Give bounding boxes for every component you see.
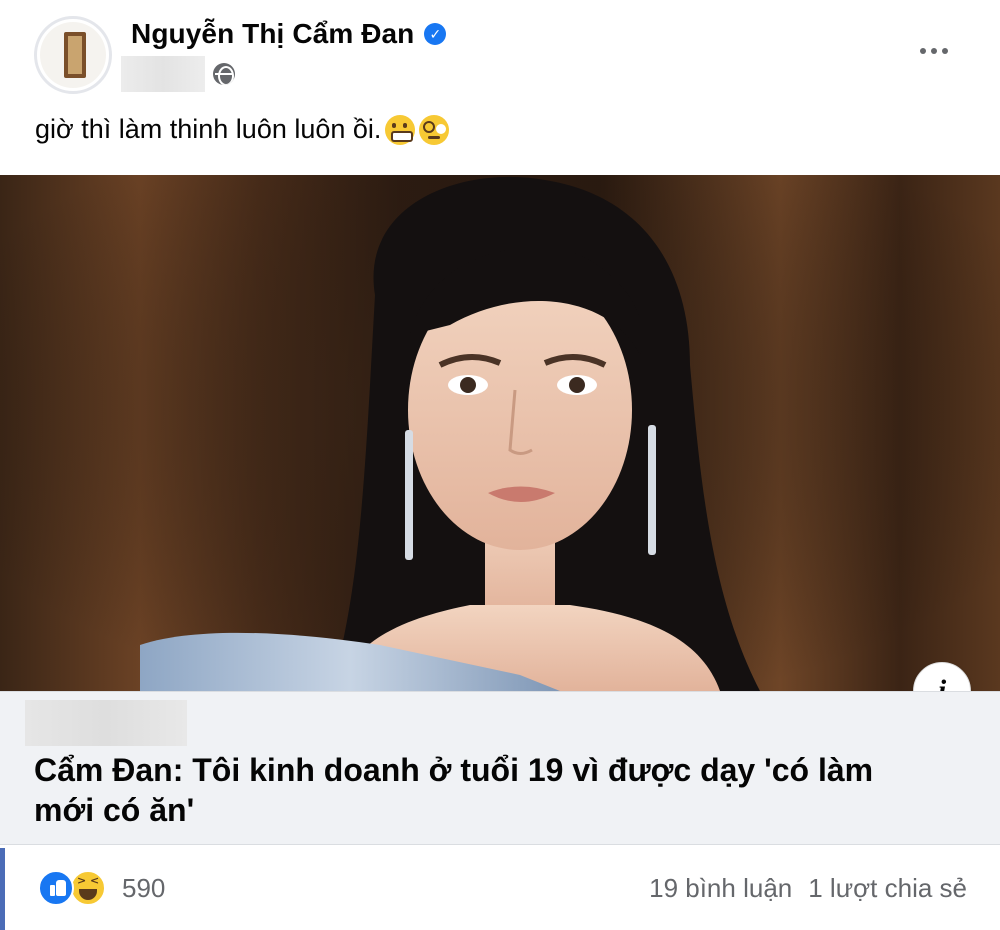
caption-text: giờ thì làm thinh luôn luôn ồi. [35,114,382,144]
timestamp-redacted [121,56,205,92]
engagement-stats: 19 bình luận 1 lượt chia sẻ [649,873,967,904]
link-preview[interactable]: i Cẩm Đan: Tôi kinh doanh ở tuổi 19 vì đ… [0,175,1000,845]
grimacing-face-emoji-icon [385,114,416,145]
avatar-photo [40,22,106,88]
verified-badge-icon: ✓ [424,23,447,45]
footer-accent-bar [0,848,5,930]
reactions-summary[interactable]: 590 [38,870,165,906]
like-icon [38,870,74,906]
more-dot-icon [942,48,948,54]
more-options-button[interactable] [912,36,956,66]
comments-count-link[interactable]: 19 bình luận [649,873,792,904]
author-avatar[interactable] [34,16,112,94]
reaction-count: 590 [122,872,166,903]
globe-icon[interactable] [213,63,235,85]
link-preview-image [0,175,1000,691]
more-dot-icon [920,48,926,54]
haha-icon [70,870,106,906]
post-header: Nguyễn Thị Cẩm Đan ✓ [131,18,447,50]
link-title[interactable]: Cẩm Đan: Tôi kinh doanh ở tuổi 19 vì đượ… [34,750,914,830]
more-dot-icon [931,48,937,54]
shares-count-link[interactable]: 1 lượt chia sẻ [808,873,967,904]
link-preview-body[interactable]: Cẩm Đan: Tôi kinh doanh ở tuổi 19 vì đượ… [0,691,1000,845]
author-name[interactable]: Nguyễn Thị Cẩm Đan [131,18,414,50]
post-card: Nguyễn Thị Cẩm Đan ✓ giờ thì làm thinh l… [0,0,1000,930]
post-caption: giờ thì làm thinh luôn luôn ồi. [35,114,450,145]
link-source-redacted [25,700,187,746]
dizzy-face-emoji-icon [419,114,450,145]
post-meta [121,56,235,92]
